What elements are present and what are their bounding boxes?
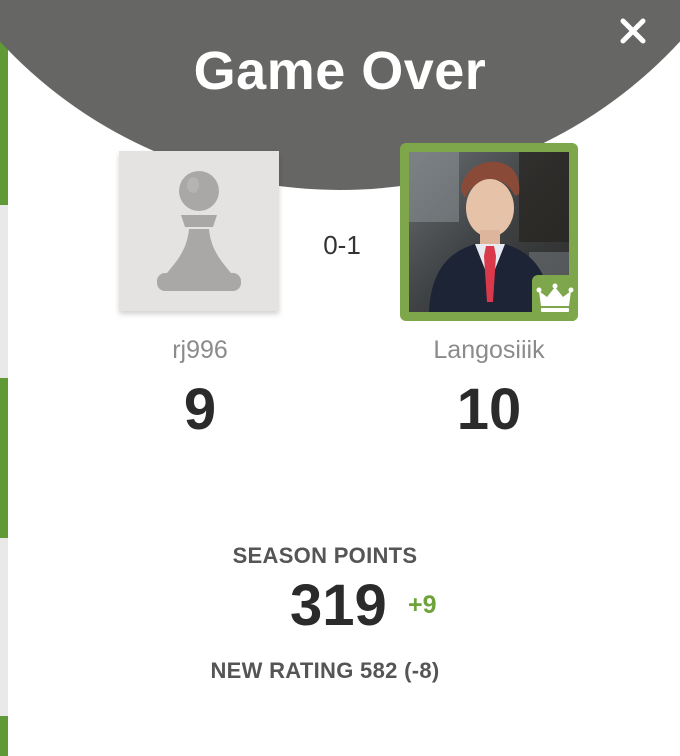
player-right-username[interactable]: Langosiiik [389, 336, 589, 365]
game-over-modal: Game Over 0-1 rj996 Langosiiik 9 10 SEAS… [0, 0, 680, 756]
season-points-delta: +9 [408, 591, 437, 619]
close-icon [620, 18, 646, 44]
crown-icon [536, 283, 574, 312]
player-left-username[interactable]: rj996 [100, 336, 300, 365]
season-points-label: SEASON POINTS [232, 543, 418, 568]
new-rating-value: 582 [360, 658, 398, 683]
background-board-edge [0, 0, 8, 756]
player-right-avatar[interactable] [400, 143, 578, 321]
new-rating-change: (-8) [404, 658, 440, 683]
pawn-icon [157, 171, 241, 291]
player-left-rating: 9 [183, 377, 217, 442]
game-result-score: 0-1 [323, 230, 361, 260]
modal-title: Game Over [193, 41, 487, 101]
close-button[interactable] [616, 14, 650, 48]
new-rating-line: NEW RATING 582 (-8) [0, 658, 680, 684]
board-square [0, 716, 8, 756]
new-rating-label: NEW RATING [210, 658, 354, 683]
player-right-rating: 10 [456, 377, 522, 442]
season-points-value: 319 [290, 573, 387, 638]
player-left-avatar[interactable] [119, 151, 279, 311]
board-square [0, 378, 8, 538]
winner-badge [532, 275, 578, 321]
